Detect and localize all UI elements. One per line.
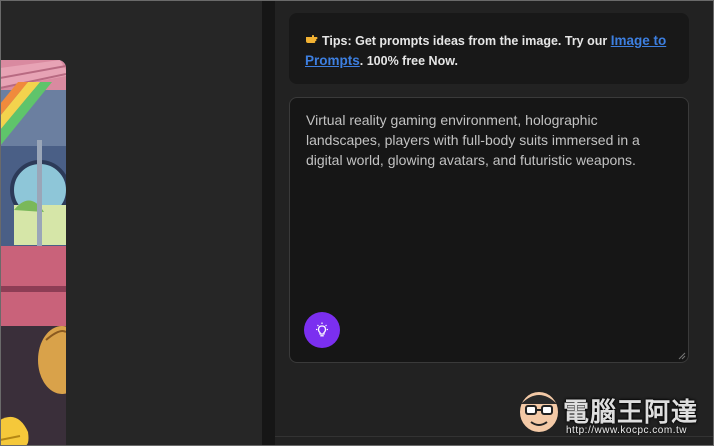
tips-banner: Tips: Get prompts ideas from the image. …: [289, 13, 689, 84]
image-preview-pane: [0, 0, 262, 446]
generated-image-thumbnail[interactable]: [0, 60, 66, 446]
prompt-text[interactable]: Virtual reality gaming environment, holo…: [306, 110, 672, 170]
pointing-hand-icon: [305, 31, 318, 51]
prompt-idea-button[interactable]: [304, 312, 340, 348]
watermark-url: http://www.kocpc.com.tw: [566, 425, 687, 436]
tips-text: Tips: Get prompts ideas from the image. …: [322, 34, 611, 48]
lightbulb-icon: [316, 322, 328, 337]
watermark-brand: 電腦王阿達: [563, 397, 699, 427]
tips-suffix: . 100% free Now.: [359, 54, 458, 68]
resize-grip-icon[interactable]: [678, 352, 686, 360]
mascot-icon: [518, 390, 560, 434]
pane-divider[interactable]: [262, 0, 275, 446]
divider: [275, 436, 714, 437]
prompt-textarea[interactable]: Virtual reality gaming environment, holo…: [289, 97, 689, 363]
